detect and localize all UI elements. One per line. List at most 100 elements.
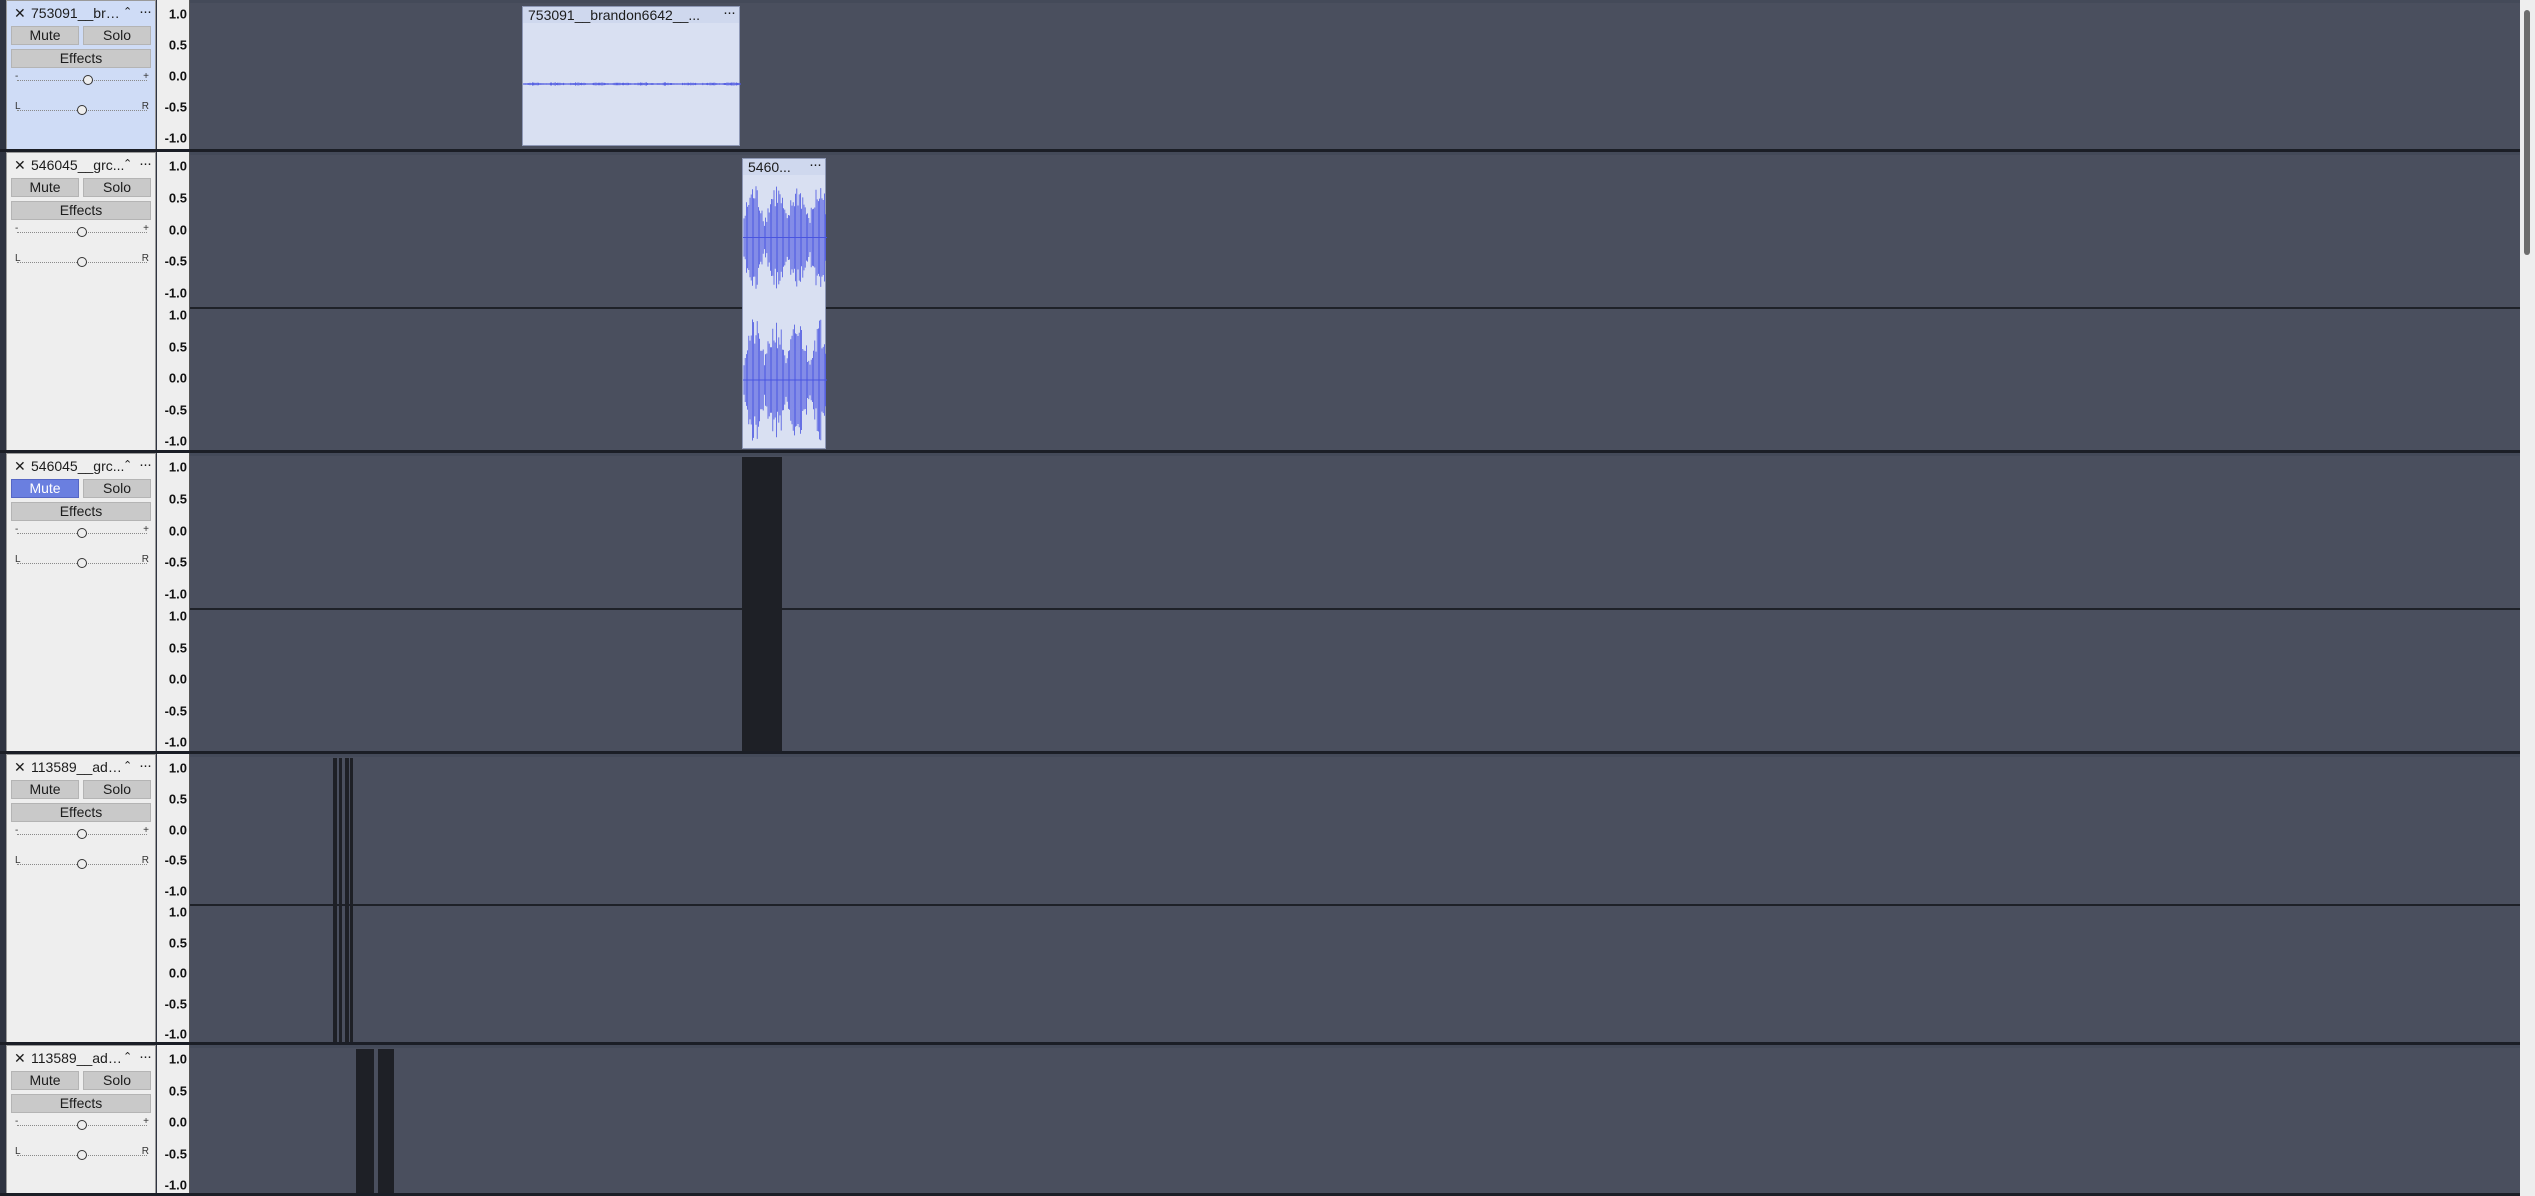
clip-shadow: [378, 1049, 394, 1194]
gain-slider[interactable]: - +: [15, 71, 149, 87]
solo-button[interactable]: Solo: [83, 1071, 151, 1090]
scale-label: 0.5: [168, 640, 187, 655]
clip-shadow: [742, 457, 782, 752]
waveform: [523, 82, 741, 86]
audio-clip[interactable]: 753091__brandon6642__... ···: [522, 6, 741, 146]
mute-button[interactable]: Mute: [11, 1071, 79, 1090]
gain-slider-max-label: +: [143, 524, 149, 535]
close-icon[interactable]: ✕: [14, 759, 26, 776]
scale-label: -1.0: [164, 586, 187, 602]
mute-button[interactable]: Mute: [11, 26, 79, 45]
scale-label: -1.0: [164, 883, 187, 899]
clip-title-bar[interactable]: 5460... ···: [743, 159, 825, 175]
scale-label: 1.0: [168, 760, 187, 776]
gain-slider-knob[interactable]: [77, 1120, 87, 1130]
solo-button[interactable]: Solo: [83, 178, 151, 197]
gain-slider-knob[interactable]: [83, 75, 94, 85]
track-control-panel[interactable]: ✕ 753091__bra... ⌃ ··· Mute Solo Effects - + L R: [6, 0, 156, 152]
menu-icon[interactable]: ···: [139, 3, 152, 20]
track-canvas[interactable]: [190, 754, 2520, 1045]
pan-slider[interactable]: LR: [15, 554, 149, 570]
mute-button[interactable]: Mute: [11, 780, 79, 799]
collapse-icon[interactable]: ⌃: [123, 458, 132, 471]
clip-shadow: [333, 758, 337, 1043]
collapse-icon[interactable]: ⌃: [123, 157, 132, 170]
gain-slider-min-label: -: [15, 825, 19, 836]
gain-slider[interactable]: - +: [15, 524, 149, 540]
channel-divider: [190, 307, 2520, 309]
close-icon[interactable]: ✕: [14, 5, 26, 22]
vertical-scrollbar[interactable]: [2520, 0, 2535, 1196]
menu-icon[interactable]: ···: [139, 155, 152, 172]
track-canvas[interactable]: [190, 152, 2520, 453]
clip-title-bar[interactable]: 753091__brandon6642__... ···: [523, 7, 739, 23]
solo-button[interactable]: Solo: [83, 780, 151, 799]
menu-icon[interactable]: ···: [139, 456, 152, 473]
gain-slider[interactable]: - +: [15, 1116, 149, 1132]
gain-slider-knob[interactable]: [77, 829, 87, 839]
pan-slider-max-label: R: [141, 101, 149, 112]
pan-slider-min-label: L: [15, 554, 21, 565]
scale-label: 1.0: [168, 608, 187, 624]
waveform: [743, 319, 827, 441]
clip-menu-icon[interactable]: ···: [723, 7, 736, 21]
scale-label: 0.0: [168, 68, 187, 84]
clip-title: 753091__brandon6642__...: [528, 7, 701, 23]
pan-slider[interactable]: LR: [15, 1146, 149, 1162]
track-control-panel[interactable]: ✕ 546045__grc... ⌃ ··· Mute Solo Effects - + L R: [6, 152, 156, 453]
pan-slider[interactable]: LR: [15, 855, 149, 871]
pan-slider[interactable]: LR: [15, 101, 149, 117]
mute-button[interactable]: Mute: [11, 178, 79, 197]
track-control-panel[interactable]: ✕ 113589__ada... ⌃ ··· Mute Solo Effects - + L R: [6, 1045, 156, 1196]
track-name[interactable]: 113589__ada...: [31, 1050, 125, 1066]
solo-button[interactable]: Solo: [83, 26, 151, 45]
track-canvas[interactable]: [190, 1045, 2520, 1196]
gain-slider-knob[interactable]: [77, 528, 87, 538]
scale-label: -0.5: [164, 703, 187, 718]
scale-label: 0.5: [168, 935, 187, 950]
effects-button[interactable]: Effects: [11, 1094, 151, 1113]
close-icon[interactable]: ✕: [14, 157, 26, 174]
scale-label: 1.0: [168, 158, 187, 174]
solo-button[interactable]: Solo: [83, 479, 151, 498]
menu-icon[interactable]: ···: [139, 757, 152, 774]
track-area[interactable]: ✕ 753091__bra... ⌃ ··· Mute Solo Effects - + L R 1.…: [0, 0, 2535, 1196]
pan-slider-knob[interactable]: [77, 558, 87, 568]
track: ✕ 546045__grc... ⌃ ··· Mute Solo Effects - + L R 1.…: [0, 453, 2520, 754]
clip-menu-icon[interactable]: ···: [809, 159, 822, 173]
pan-slider[interactable]: LR: [15, 253, 149, 269]
scrollbar-thumb[interactable]: [2524, 10, 2530, 255]
menu-icon[interactable]: ···: [139, 1048, 152, 1065]
track-name[interactable]: 753091__bra...: [31, 5, 125, 21]
effects-button[interactable]: Effects: [11, 803, 151, 822]
gain-slider-max-label: +: [143, 71, 149, 82]
effects-button[interactable]: Effects: [11, 49, 151, 68]
pan-slider-max-label: R: [141, 554, 149, 565]
track-header: ✕ 113589__ada... ⌃ ···: [7, 757, 155, 777]
track-header: ✕ 753091__bra... ⌃ ···: [7, 3, 155, 23]
track-name[interactable]: 113589__ada...: [31, 759, 125, 775]
close-icon[interactable]: ✕: [14, 1050, 26, 1067]
gain-slider-knob[interactable]: [77, 227, 87, 237]
mute-button[interactable]: Mute: [11, 479, 79, 498]
collapse-icon[interactable]: ⌃: [123, 5, 132, 18]
scale-label: 1.0: [168, 1051, 187, 1067]
audio-clip[interactable]: 5460... ···: [742, 158, 827, 449]
collapse-icon[interactable]: ⌃: [123, 1050, 132, 1063]
pan-slider-knob[interactable]: [77, 257, 87, 267]
effects-button[interactable]: Effects: [11, 201, 151, 220]
pan-slider-knob[interactable]: [77, 859, 87, 869]
pan-slider-knob[interactable]: [77, 105, 87, 115]
collapse-icon[interactable]: ⌃: [123, 759, 132, 772]
close-icon[interactable]: ✕: [14, 458, 26, 475]
track-canvas[interactable]: [190, 453, 2520, 754]
track-control-panel[interactable]: ✕ 546045__grc... ⌃ ··· Mute Solo Effects - + L R: [6, 453, 156, 754]
pan-slider-max-label: R: [141, 1146, 149, 1157]
track-name[interactable]: 546045__grc...: [31, 157, 125, 173]
pan-slider-knob[interactable]: [77, 1150, 87, 1160]
gain-slider[interactable]: - +: [15, 825, 149, 841]
track-name[interactable]: 546045__grc...: [31, 458, 125, 474]
effects-button[interactable]: Effects: [11, 502, 151, 521]
track-control-panel[interactable]: ✕ 113589__ada... ⌃ ··· Mute Solo Effects - + L R: [6, 754, 156, 1045]
gain-slider[interactable]: - +: [15, 223, 149, 239]
